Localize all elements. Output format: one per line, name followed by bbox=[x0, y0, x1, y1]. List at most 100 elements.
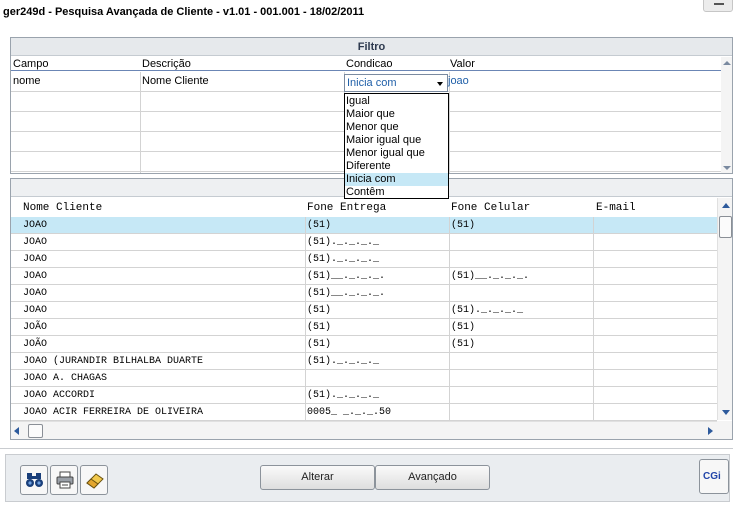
table-row[interactable]: JOAO (51)._._._._ bbox=[11, 251, 717, 268]
option-maior-igual-que[interactable]: Maior igual que bbox=[345, 134, 448, 147]
table-row[interactable]: JOÃO (51) (51) bbox=[11, 319, 717, 336]
results-horizontal-scrollbar[interactable] bbox=[11, 421, 717, 439]
results-header: Nome Cliente Fone Entrega Fone Celular E… bbox=[11, 198, 717, 217]
cgi-logo-button[interactable]: CGi bbox=[699, 459, 729, 494]
divider bbox=[0, 448, 733, 449]
table-row[interactable]: JOAO (51)__._._._. bbox=[11, 285, 717, 302]
search-button[interactable] bbox=[20, 465, 48, 495]
chevron-down-icon[interactable] bbox=[437, 82, 443, 86]
cell-fone-celular: (51) bbox=[451, 322, 476, 333]
cell-nome: JOÃO bbox=[23, 322, 48, 333]
cell-nome: JOAO bbox=[23, 254, 48, 265]
option-menor-que[interactable]: Menor que bbox=[345, 121, 448, 134]
table-row[interactable]: JOAO (51)__._._._. (51)__._._._. bbox=[11, 268, 717, 285]
cell-fone-entrega: (51)._._._._ bbox=[307, 237, 380, 248]
filter-column-headers: Campo Descrição Condicao Valor bbox=[11, 57, 721, 71]
cell-nome: JOAO bbox=[23, 305, 48, 316]
results-col-divider bbox=[593, 217, 594, 421]
scrollbar-corner bbox=[717, 421, 732, 439]
cell-fone-entrega: (51)__._._._. bbox=[307, 288, 386, 299]
cell-fone-entrega: (51) bbox=[307, 322, 332, 333]
table-row[interactable]: JOAO (51)._._._._ bbox=[11, 234, 717, 251]
col-fone-celular[interactable]: Fone Celular bbox=[451, 202, 530, 214]
cell-nome: JOÃO bbox=[23, 339, 48, 350]
print-button[interactable] bbox=[50, 465, 78, 495]
cell-fone-celular: (51)__._._._. bbox=[451, 271, 530, 282]
filter-campo-cell: nome bbox=[13, 75, 41, 87]
filter-col-campo: Campo bbox=[13, 58, 49, 70]
condition-dropdown-list: Igual Maior que Menor que Maior igual qu… bbox=[344, 93, 449, 199]
filter-col-valor: Valor bbox=[450, 58, 475, 70]
scroll-thumb[interactable] bbox=[28, 424, 43, 438]
cell-nome: JOAO ACCORDI bbox=[23, 390, 96, 401]
minimize-icon bbox=[714, 3, 724, 5]
condition-select[interactable]: Inicia com bbox=[344, 74, 448, 92]
cell-nome: JOAO (JURANDIR BILHALBA DUARTE bbox=[23, 356, 204, 367]
filter-col-divider bbox=[449, 72, 450, 173]
cell-nome: JOAO bbox=[23, 220, 48, 231]
cell-fone-entrega: (51) bbox=[307, 305, 332, 316]
filter-value-input[interactable]: joao bbox=[448, 75, 469, 87]
condition-select-value: Inicia com bbox=[347, 77, 397, 89]
cell-nome: JOAO bbox=[23, 271, 48, 282]
scroll-down-icon[interactable] bbox=[723, 166, 731, 170]
option-inicia-com[interactable]: Inicia com bbox=[345, 173, 448, 186]
cell-fone-entrega: (51) bbox=[307, 339, 332, 350]
option-menor-igual-que[interactable]: Menor igual que bbox=[345, 147, 448, 160]
scroll-down-icon[interactable] bbox=[722, 410, 730, 415]
alterar-button[interactable]: Alterar bbox=[260, 465, 375, 490]
scroll-thumb[interactable] bbox=[719, 216, 732, 238]
scroll-up-icon[interactable] bbox=[722, 203, 730, 208]
filter-col-condicao: Condicao bbox=[346, 58, 393, 70]
cell-nome: JOAO A. CHAGAS bbox=[23, 373, 108, 384]
cell-nome: JOAO bbox=[23, 288, 48, 299]
table-row[interactable]: JOAO (51) (51) bbox=[11, 217, 717, 234]
minimize-button[interactable] bbox=[703, 0, 733, 12]
cell-fone-entrega: 0005_ _._._.50 bbox=[307, 407, 392, 418]
results-grid: Nome Cliente Fone Entrega Fone Celular E… bbox=[10, 178, 733, 440]
cell-fone-celular: (51) bbox=[451, 339, 476, 350]
option-igual[interactable]: Igual bbox=[345, 95, 448, 108]
filter-header: Filtro bbox=[11, 38, 732, 56]
binoculars-icon bbox=[26, 473, 43, 487]
option-contem[interactable]: Contêm bbox=[345, 186, 448, 199]
cell-fone-entrega: (51)._._._._ bbox=[307, 254, 380, 265]
table-row[interactable]: JOAO ACIR FERREIRA DE OLIVEIRA 0005_ _._… bbox=[11, 404, 717, 421]
scroll-right-icon[interactable] bbox=[708, 427, 713, 435]
printer-icon bbox=[56, 471, 74, 489]
cell-nome: JOAO ACIR FERREIRA DE OLIVEIRA bbox=[23, 407, 204, 418]
scroll-left-icon[interactable] bbox=[14, 427, 19, 435]
results-vertical-scrollbar[interactable] bbox=[717, 198, 732, 420]
results-col-divider bbox=[305, 217, 306, 421]
cell-fone-celular: (51) bbox=[451, 220, 476, 231]
table-row[interactable]: JOAO (51) (51)._._._._ bbox=[11, 302, 717, 319]
filter-descricao-cell: Nome Cliente bbox=[142, 75, 209, 87]
table-row[interactable]: JOAO ACCORDI (51)._._._._ bbox=[11, 387, 717, 404]
cell-fone-entrega: (51)__._._._. bbox=[307, 271, 386, 282]
filter-scrollbar[interactable] bbox=[721, 57, 732, 173]
filter-col-divider bbox=[140, 72, 141, 173]
bottom-toolbar: Alterar Avançado CGi bbox=[5, 454, 730, 502]
option-diferente[interactable]: Diferente bbox=[345, 160, 448, 173]
cgi-logo-text: CGi bbox=[703, 471, 721, 482]
filter-col-descricao: Descrição bbox=[142, 58, 191, 70]
col-email[interactable]: E-mail bbox=[596, 202, 636, 214]
cell-nome: JOAO bbox=[23, 237, 48, 248]
clear-button[interactable] bbox=[80, 465, 108, 495]
title-bar: ger249d - Pesquisa Avançada de Cliente -… bbox=[0, 0, 733, 30]
table-row[interactable]: JOAO (JURANDIR BILHALBA DUARTE (51)._._.… bbox=[11, 353, 717, 370]
option-maior-que[interactable]: Maior que bbox=[345, 108, 448, 121]
table-row[interactable]: JOAO A. CHAGAS bbox=[11, 370, 717, 387]
col-nome-cliente[interactable]: Nome Cliente bbox=[23, 202, 102, 214]
scroll-up-icon[interactable] bbox=[723, 61, 731, 65]
cell-fone-entrega: (51)._._._._ bbox=[307, 390, 380, 401]
window-title: ger249d - Pesquisa Avançada de Cliente -… bbox=[3, 6, 365, 18]
cell-fone-entrega: (51)._._._._ bbox=[307, 356, 380, 367]
cell-fone-entrega: (51) bbox=[307, 220, 332, 231]
cell-fone-celular: (51)._._._._ bbox=[451, 305, 524, 316]
table-row[interactable]: JOÃO (51) (51) bbox=[11, 336, 717, 353]
avancado-button[interactable]: Avançado bbox=[375, 465, 490, 490]
eraser-icon bbox=[86, 473, 104, 489]
col-fone-entrega[interactable]: Fone Entrega bbox=[307, 202, 386, 214]
results-col-divider bbox=[449, 217, 450, 421]
